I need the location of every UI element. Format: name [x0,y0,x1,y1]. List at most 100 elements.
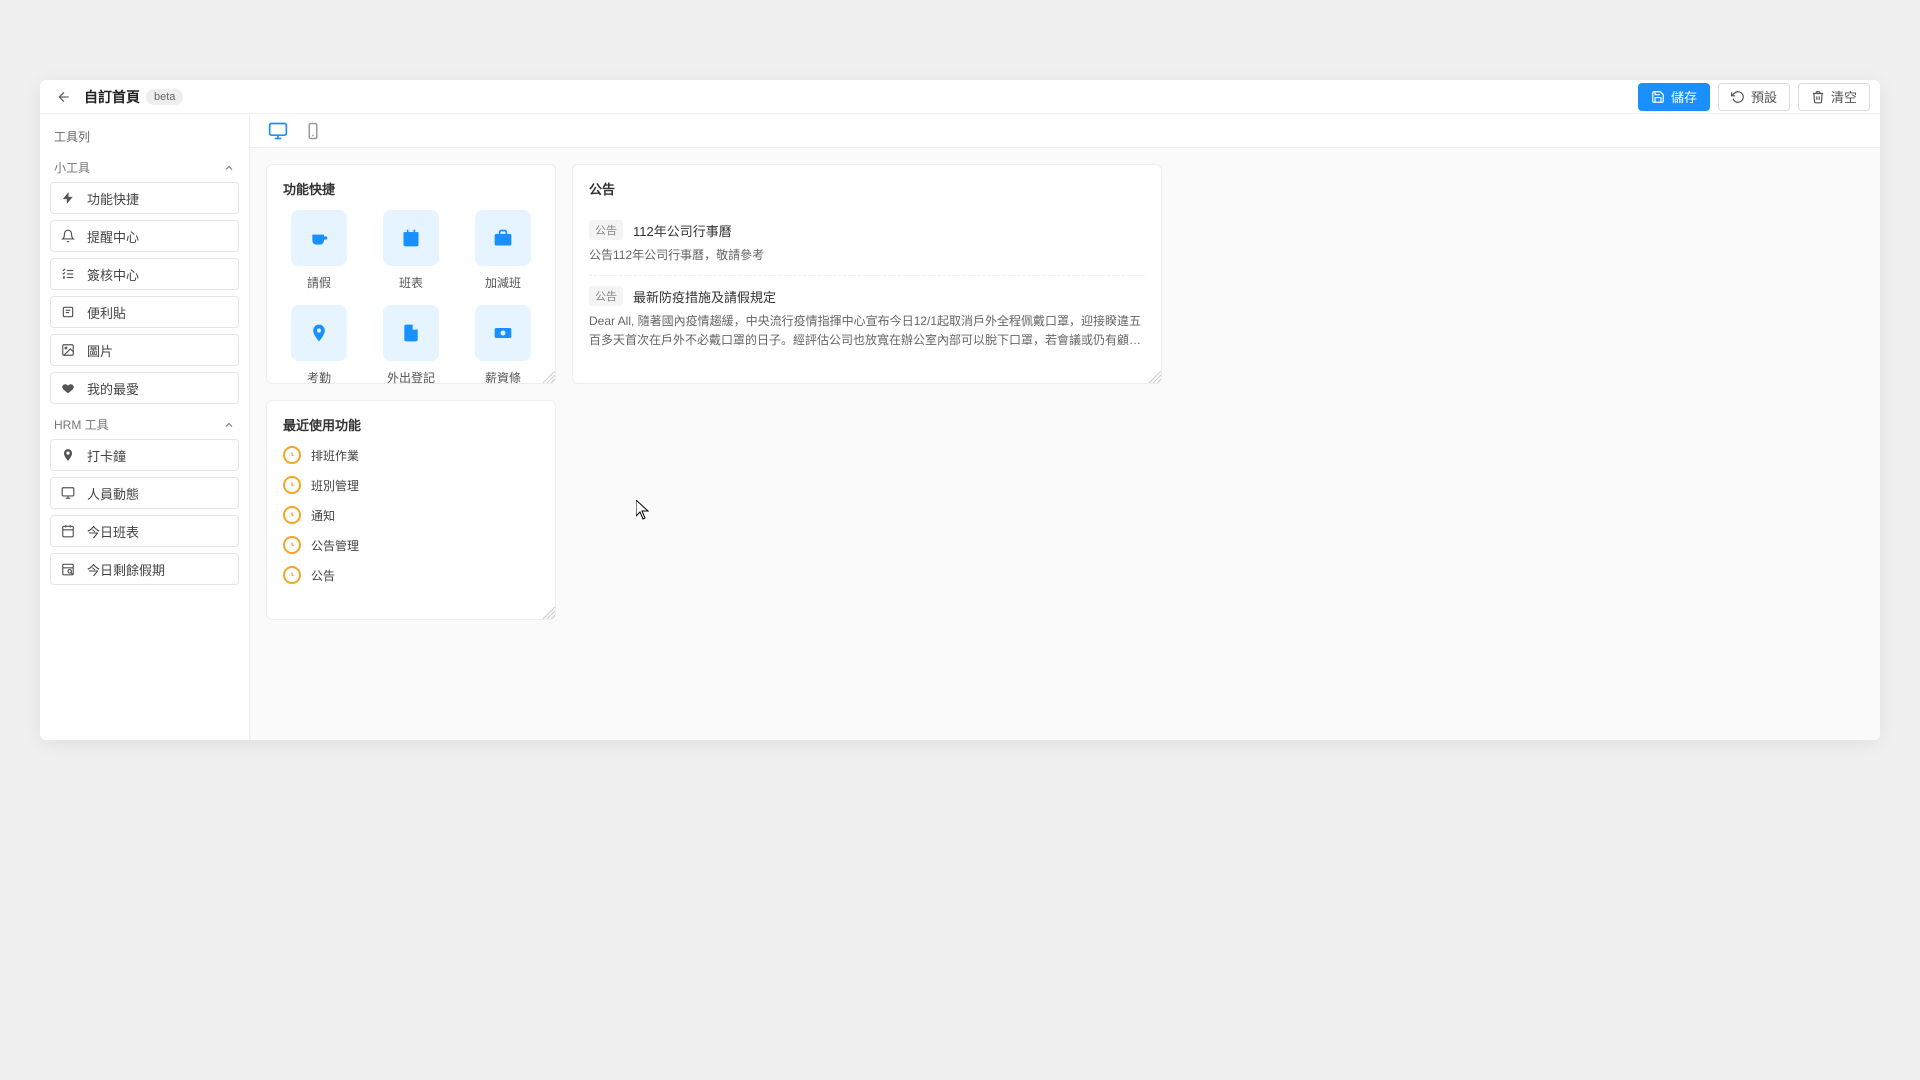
body: 工具列 小工具功能快捷提醒中心簽核中心便利貼圖片我的最愛 HRM 工具打卡鐘人員動… [40,114,1880,740]
calendar-icon [61,524,77,538]
recent-item-1[interactable]: 班別管理 [283,476,539,494]
resize-handle[interactable] [1149,371,1161,383]
briefcase-icon [475,210,531,266]
shortcut-label: 薪資條 [485,369,521,386]
canvas[interactable]: 功能快捷 請假班表加減班考勤外出登記薪資條 最近使用功能 排班作業班別管理通知公… [250,148,1880,740]
group-label: 小工具 [54,159,90,176]
recent-item-4[interactable]: 公告 [283,566,539,584]
announce-item-1[interactable]: 公告最新防疫措施及請假規定 Dear All, 隨著國內疫情趨緩，中央流行疫情指揮… [589,276,1145,360]
mobile-view-button[interactable] [304,122,322,140]
shortcuts-card[interactable]: 功能快捷 請假班表 加減班考勤 外出登記 薪資條 [266,164,556,384]
announce-badge: 公告 [589,286,623,306]
widget-item-today-leave[interactable]: 今日剩餘假期 [50,553,239,585]
announce-body: Dear All, 隨著國內疫情趨緩，中央流行疫情指揮中心宣布今日12/1起取消… [589,312,1145,350]
shortcut-label: 加減班 [485,274,521,291]
shortcut-label: 外出登記 [387,369,435,386]
widget-label: 簽核中心 [87,265,139,284]
recent-item-3[interactable]: 公告管理 [283,536,539,554]
announce-title: 最新防疫措施及請假規定 [633,287,776,306]
recent-label: 班別管理 [311,477,359,494]
widget-label: 今日剩餘假期 [87,560,165,579]
group-header-0[interactable]: 小工具 [50,153,239,182]
shortcut-attendance[interactable]: 考勤 [283,305,355,386]
bell-icon [61,229,77,243]
resize-handle[interactable] [543,371,555,383]
widget-label: 人員動態 [87,484,139,503]
widget-label: 我的最愛 [87,379,139,398]
desktop-view-button[interactable] [268,121,288,141]
arrow-left-icon [56,89,72,105]
recent-label: 公告 [311,567,335,584]
shortcut-label: 考勤 [307,369,331,386]
app-frame: 自訂首頁 beta 儲存 預設 清空 工具列 小工具功能快捷提醒中心簽核中心便利… [40,80,1880,740]
trash-icon [1811,90,1825,104]
sidebar-title: 工具列 [50,124,239,153]
save-label: 儲存 [1671,87,1697,106]
page-title: 自訂首頁 [84,87,140,107]
shortcut-outing[interactable]: 外出登記 [375,305,447,386]
note-icon [61,305,77,319]
recent-label: 通知 [311,507,335,524]
group-header-1[interactable]: HRM 工具 [50,410,239,439]
widget-label: 便利貼 [87,303,126,322]
shortcut-payslip[interactable]: 薪資條 [467,305,539,386]
checklist-icon [61,267,77,281]
recent-label: 公告管理 [311,537,359,554]
widget-item-image[interactable]: 圖片 [50,334,239,366]
shortcuts-title: 功能快捷 [283,179,539,198]
save-icon [1651,90,1665,104]
resize-handle[interactable] [543,607,555,619]
history-icon [283,506,301,524]
widget-item-clock-in[interactable]: 打卡鐘 [50,439,239,471]
shortcut-schedule[interactable]: 班表 [375,210,447,291]
history-icon [283,446,301,464]
widget-item-favorite[interactable]: 我的最愛 [50,372,239,404]
widget-label: 功能快捷 [87,189,139,208]
widget-item-approval[interactable]: 簽核中心 [50,258,239,290]
recent-card[interactable]: 最近使用功能 排班作業班別管理通知公告管理公告 [266,400,556,620]
widget-label: 今日班表 [87,522,139,541]
widget-label: 圖片 [87,341,113,360]
save-button[interactable]: 儲存 [1638,83,1710,111]
reset-button[interactable]: 預設 [1718,83,1790,111]
shortcut-label: 班表 [399,274,423,291]
widget-item-quick-action[interactable]: 功能快捷 [50,182,239,214]
reset-label: 預設 [1751,87,1777,106]
group-label: HRM 工具 [54,416,109,433]
recent-label: 排班作業 [311,447,359,464]
recent-item-2[interactable]: 通知 [283,506,539,524]
bolt-icon [61,191,77,205]
beta-badge: beta [146,89,183,105]
sidebar: 工具列 小工具功能快捷提醒中心簽核中心便利貼圖片我的最愛 HRM 工具打卡鐘人員動… [40,114,250,740]
history-icon [283,476,301,494]
history-icon [283,566,301,584]
widget-item-sticky[interactable]: 便利貼 [50,296,239,328]
history-icon [283,536,301,554]
announce-item-0[interactable]: 公告 112年公司行事曆公告112年公司行事曆，敬請參考 [589,210,1145,276]
announce-title: 112年公司行事曆 [633,221,732,240]
pin-icon [291,305,347,361]
announce-body: 公告112年公司行事曆，敬請參考 [589,246,1145,265]
widget-label: 打卡鐘 [87,446,126,465]
announcements-card[interactable]: 公告 公告112年公司行事曆公告112年公司行事曆，敬請參考公告最新防疫措施及請… [572,164,1162,384]
recent-item-0[interactable]: 排班作業 [283,446,539,464]
announcements-title: 公告 [589,179,1145,198]
calendar-search-icon [61,562,77,576]
back-button[interactable] [50,83,78,111]
monitor-icon [61,486,77,500]
shortcut-overtime[interactable]: 加減班 [467,210,539,291]
widget-item-reminder[interactable]: 提醒中心 [50,220,239,252]
topbar: 自訂首頁 beta 儲存 預設 清空 [40,80,1880,114]
device-bar [250,114,1880,148]
widget-item-today-schedule[interactable]: 今日班表 [50,515,239,547]
announce-badge: 公告 [589,220,623,240]
canvas-area: 功能快捷 請假班表加減班考勤外出登記薪資條 最近使用功能 排班作業班別管理通知公… [250,114,1880,740]
shortcut-leave[interactable]: 請假 [283,210,355,291]
clear-button[interactable]: 清空 [1798,83,1870,111]
widget-item-people-status[interactable]: 人員動態 [50,477,239,509]
calendar-icon [383,210,439,266]
heart-icon [61,381,77,395]
cup-icon [291,210,347,266]
pin-icon [61,448,77,462]
file-icon [383,305,439,361]
